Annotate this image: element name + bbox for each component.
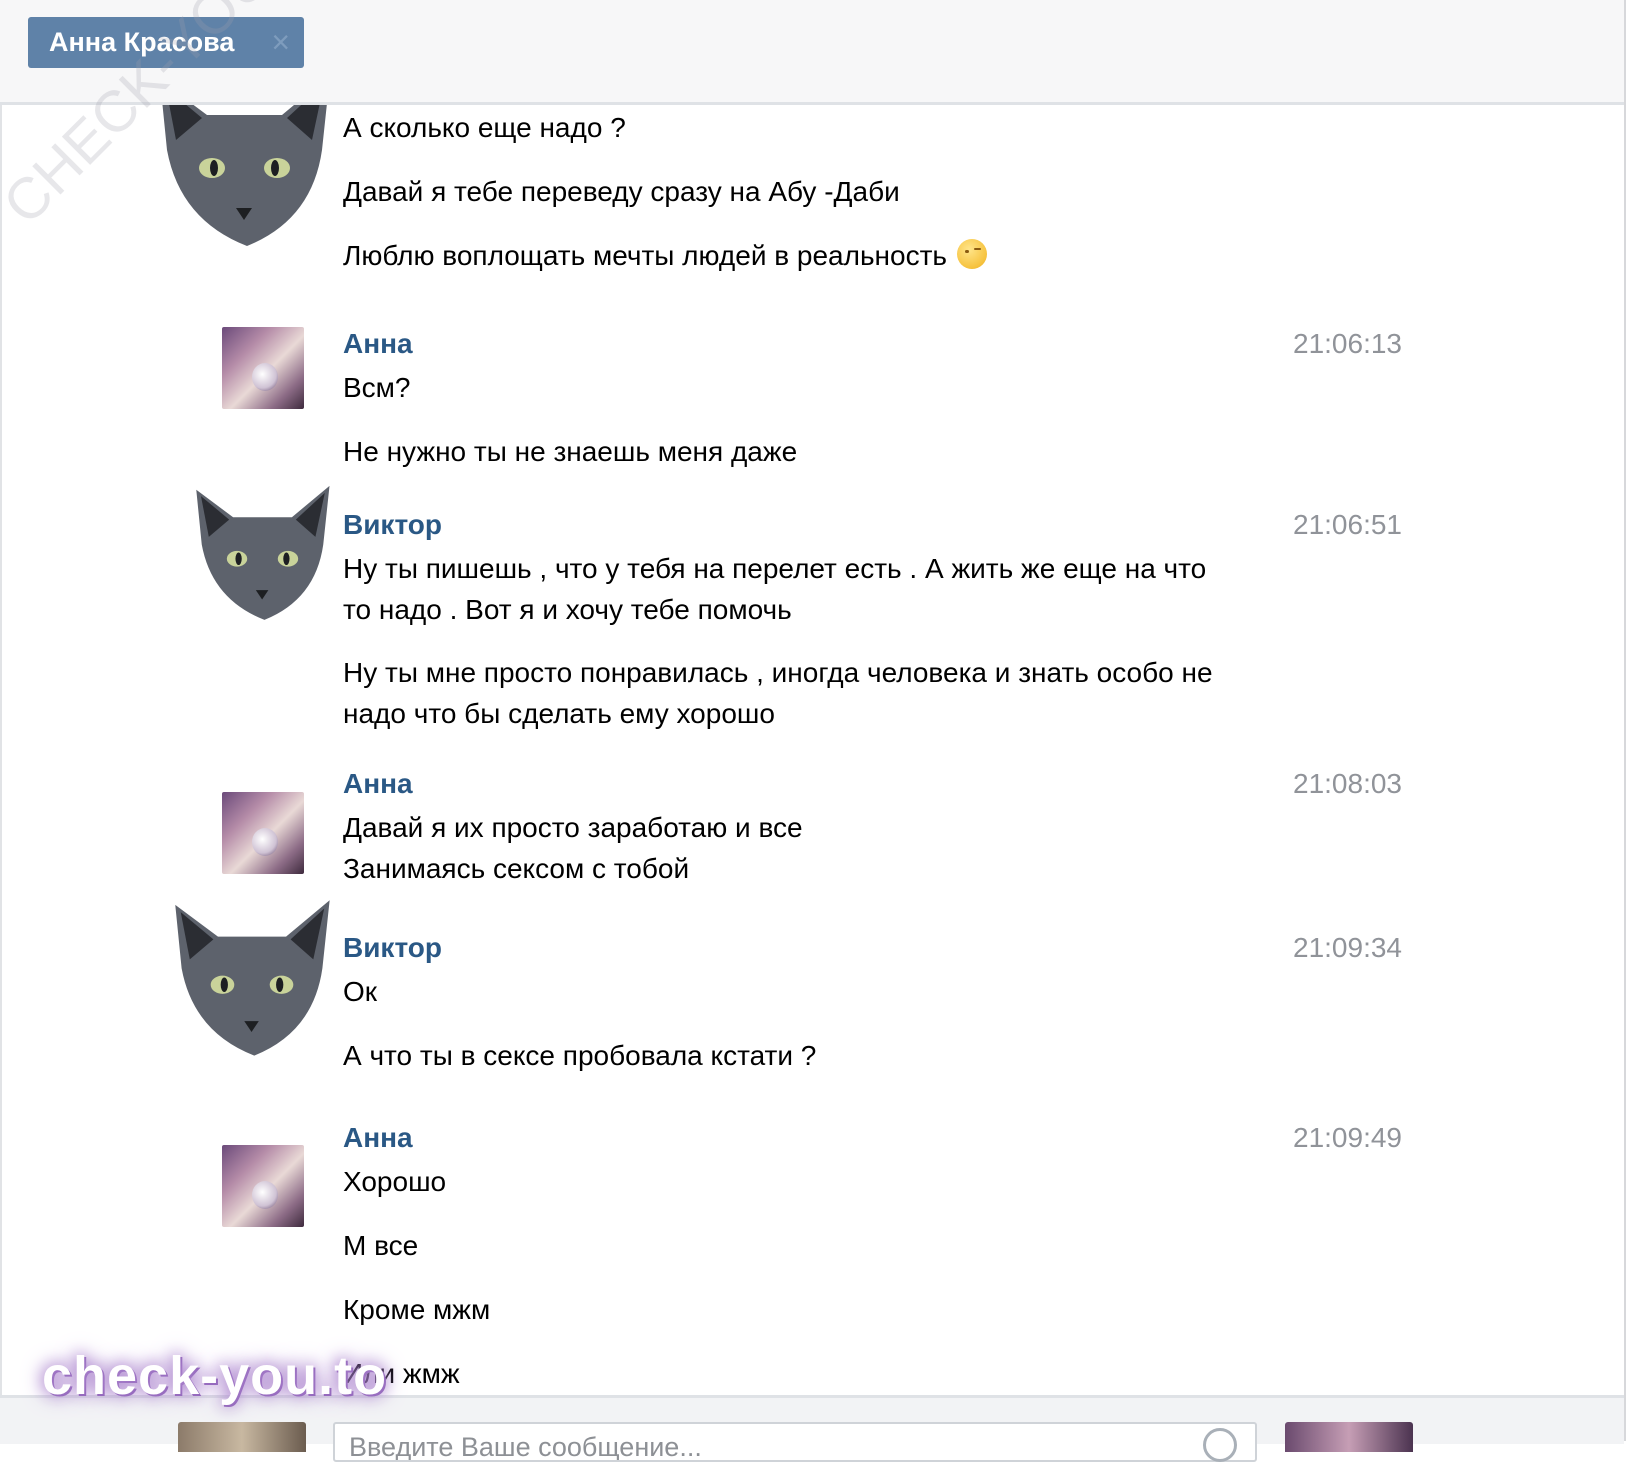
wink-emoji-icon xyxy=(956,239,987,269)
message-text: Или жмж xyxy=(343,1358,460,1389)
watermark-logo: check-you.to xyxy=(42,1346,388,1406)
sender-name[interactable]: Виктор xyxy=(343,509,442,541)
avatar[interactable] xyxy=(222,792,304,874)
cat-avatar[interactable] xyxy=(152,105,337,250)
message-time[interactable]: 21:09:49 xyxy=(1293,1122,1402,1154)
message-text: Всм? xyxy=(343,372,411,403)
recipient-avatar[interactable] xyxy=(1285,1422,1413,1452)
own-avatar[interactable] xyxy=(178,1422,306,1452)
message-time[interactable]: 21:09:34 xyxy=(1293,932,1402,964)
message-text: Хорошо xyxy=(343,1166,447,1197)
sender-name[interactable]: Анна xyxy=(343,1122,413,1154)
message-text: А что ты в сексе пробовала кстати ? xyxy=(343,1040,817,1071)
message-text: Давай я их просто заработаю и все Занима… xyxy=(343,812,803,884)
message-time[interactable]: 21:06:51 xyxy=(1293,509,1402,541)
message-input[interactable]: Введите Ваше сообщение... xyxy=(333,1422,1257,1462)
message-text: Люблю воплощать мечты людей в реальность xyxy=(343,235,1243,276)
message-text: Ну ты мне просто понравилась , иногда че… xyxy=(343,657,1213,729)
sender-name[interactable]: Виктор xyxy=(343,932,442,964)
sender-name[interactable]: Анна xyxy=(343,768,413,800)
message-text: Не нужно ты не знаешь меня даже xyxy=(343,436,798,467)
avatar[interactable] xyxy=(222,1145,304,1227)
cat-avatar[interactable] xyxy=(190,480,335,625)
avatar[interactable] xyxy=(222,327,304,409)
message-text: Ок xyxy=(343,976,378,1007)
message-history: А сколько еще надо ? Давай я тебе переве… xyxy=(0,105,1624,1395)
message-text: Давай я тебе переведу сразу на Абу -Даби xyxy=(343,176,900,207)
close-icon[interactable]: × xyxy=(271,17,290,68)
scrollbar-track[interactable] xyxy=(1624,0,1626,1441)
sender-name[interactable]: Анна xyxy=(343,328,413,360)
message-time[interactable]: 21:06:13 xyxy=(1293,328,1402,360)
message-text: Ну ты пишешь , что у тебя на перелет ест… xyxy=(343,553,1207,625)
message-text: М все xyxy=(343,1230,419,1261)
cat-avatar[interactable] xyxy=(168,895,336,1060)
message-text: Кроме мжм xyxy=(343,1294,491,1325)
emoji-picker-icon[interactable] xyxy=(1203,1428,1237,1462)
message-time[interactable]: 21:08:03 xyxy=(1293,768,1402,800)
message-text: А сколько еще надо ? xyxy=(343,112,626,143)
chat-window: Анна Красова × А сколько еще надо ? Дава… xyxy=(0,0,1632,1462)
